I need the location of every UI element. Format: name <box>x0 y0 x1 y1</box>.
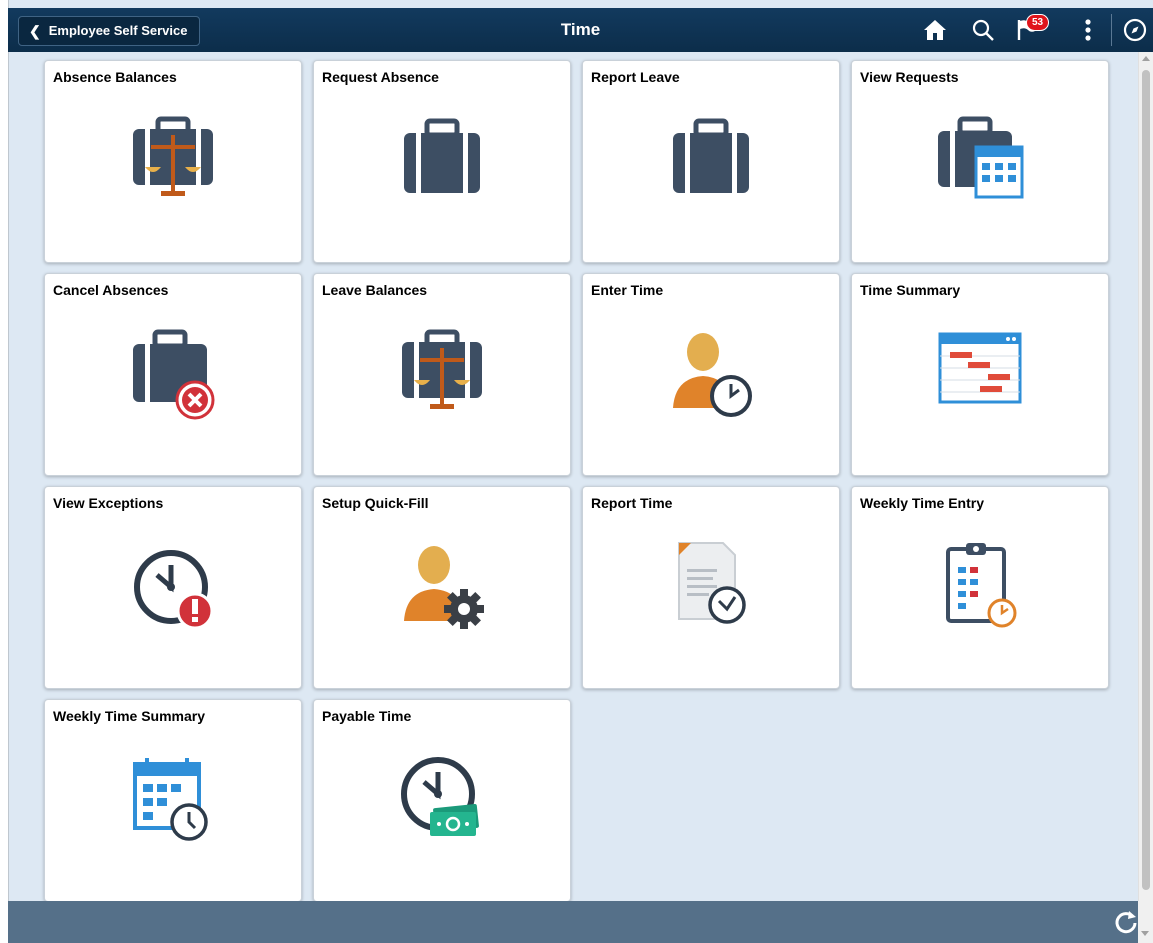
back-button[interactable]: ❮ Employee Self Service <box>18 16 201 46</box>
tile-absence-balances[interactable]: Absence Balances <box>44 60 302 263</box>
scroll-up-arrow-icon[interactable] <box>1142 56 1150 61</box>
person-clock-icon <box>673 333 752 417</box>
briefcase-cancel-icon <box>133 329 215 420</box>
tile-request-absence[interactable]: Request Absence <box>313 60 571 263</box>
header-divider <box>1111 14 1112 46</box>
calendar-clock-icon <box>133 758 208 841</box>
refresh-icon[interactable] <box>1113 909 1139 935</box>
back-button-label: Employee Self Service <box>48 23 188 38</box>
tile-payable-time[interactable]: Payable Time <box>313 699 571 901</box>
home-icon[interactable] <box>920 16 950 44</box>
person-gear-icon <box>404 546 484 629</box>
header-bar: ❮ Employee Self Service Time 53 <box>8 8 1153 52</box>
clipboard-clock-icon <box>946 543 1017 628</box>
tile-time-summary[interactable]: Time Summary <box>851 273 1109 476</box>
tile-label: Weekly Time Entry <box>860 495 984 511</box>
tile-report-time[interactable]: Report Time <box>582 486 840 689</box>
briefcase-scales-icon <box>402 329 482 409</box>
tile-label: Setup Quick-Fill <box>322 495 429 511</box>
scrollbar-bottom <box>1138 901 1153 943</box>
tile-label: Report Leave <box>591 69 680 85</box>
notifications-flag-icon[interactable]: 53 <box>1014 14 1054 44</box>
tile-label: View Requests <box>860 69 959 85</box>
tile-label: Report Time <box>591 495 673 511</box>
document-clock-icon <box>678 542 746 624</box>
clock-exclamation-icon <box>134 550 214 630</box>
tile-label: Weekly Time Summary <box>53 708 206 724</box>
tile-label: Payable Time <box>322 708 412 724</box>
clock-money-icon <box>401 757 479 836</box>
actions-menu-icon[interactable] <box>1073 16 1103 44</box>
tile-view-requests[interactable]: View Requests <box>851 60 1109 263</box>
navbar-compass-icon[interactable] <box>1120 16 1150 44</box>
briefcase-icon <box>673 118 749 193</box>
gantt-calendar-icon <box>938 332 1022 404</box>
briefcase-icon <box>404 118 480 193</box>
scroll-down-arrow-icon[interactable] <box>1141 931 1149 936</box>
footer-bar <box>8 901 1138 943</box>
tile-setup-quick-fill[interactable]: Setup Quick-Fill <box>313 486 571 689</box>
briefcase-calendar-icon <box>938 116 1024 199</box>
chevron-left-icon: ❮ <box>29 23 41 39</box>
tile-label: Absence Balances <box>53 69 177 85</box>
tile-label: Time Summary <box>860 282 961 298</box>
tile-label: Cancel Absences <box>53 282 169 298</box>
tile-label: Enter Time <box>591 282 664 298</box>
tile-weekly-time-entry[interactable]: Weekly Time Entry <box>851 486 1109 689</box>
tile-enter-time[interactable]: Enter Time <box>582 273 840 476</box>
tile-grid: Absence Balances Request Absence Report … <box>8 52 1138 901</box>
tile-weekly-time-summary[interactable]: Weekly Time Summary <box>44 699 302 901</box>
notification-count-badge: 53 <box>1026 14 1050 31</box>
scrollbar-thumb[interactable] <box>1142 70 1150 890</box>
search-icon[interactable] <box>968 16 998 44</box>
briefcase-scales-icon <box>133 116 213 196</box>
tile-leave-balances[interactable]: Leave Balances <box>313 273 571 476</box>
tile-cancel-absences[interactable]: Cancel Absences <box>44 273 302 476</box>
tile-label: Leave Balances <box>322 282 428 298</box>
tile-label: View Exceptions <box>53 495 164 511</box>
vertical-scrollbar[interactable] <box>1138 52 1153 901</box>
tile-view-exceptions[interactable]: View Exceptions <box>44 486 302 689</box>
tile-report-leave[interactable]: Report Leave <box>582 60 840 263</box>
tile-label: Request Absence <box>322 69 439 85</box>
